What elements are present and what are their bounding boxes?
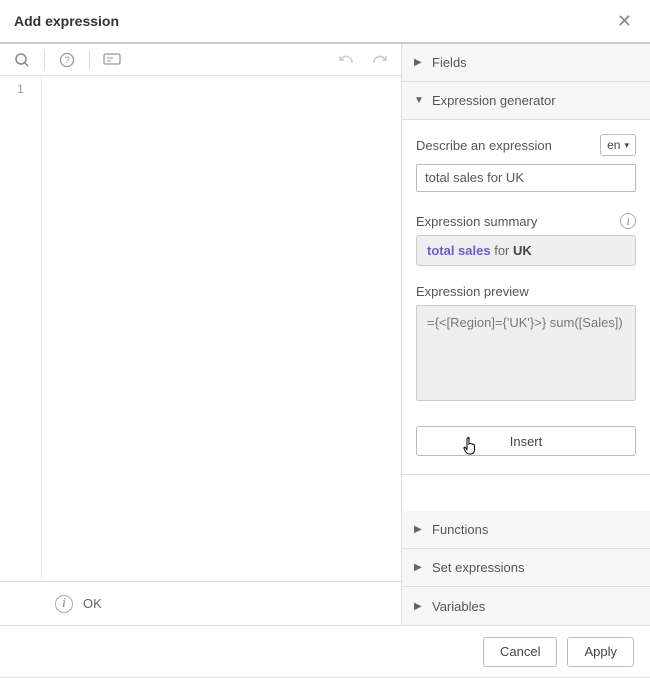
accordion-fields[interactable]: ▶ Fields — [402, 44, 650, 82]
summary-label-row: Expression summary i — [416, 213, 636, 229]
workarea: ? 1 i — [0, 44, 650, 625]
add-expression-dialog: Add expression ✕ ? — [0, 0, 650, 678]
chevron-right-icon: ▶ — [414, 601, 424, 612]
expression-code-area[interactable] — [42, 76, 401, 581]
close-icon[interactable]: ✕ — [613, 7, 636, 36]
help-icon[interactable]: ? — [53, 46, 81, 74]
preview-label-row: Expression preview — [416, 284, 636, 299]
describe-label: Describe an expression — [416, 138, 552, 153]
line-gutter: 1 — [0, 76, 42, 581]
redo-icon[interactable] — [365, 46, 393, 74]
apply-button[interactable]: Apply — [567, 637, 634, 667]
expression-preview — [416, 305, 636, 401]
dialog-footer: Cancel Apply — [0, 625, 650, 677]
chevron-down-icon: ▼ — [414, 95, 424, 106]
cancel-button[interactable]: Cancel — [483, 637, 557, 667]
chevron-right-icon: ▶ — [414, 524, 424, 535]
cursor-icon — [461, 435, 481, 457]
expression-summary: total sales for UK — [416, 235, 636, 266]
search-icon[interactable] — [8, 46, 36, 74]
comment-icon[interactable] — [98, 46, 126, 74]
accordion-set-expressions[interactable]: ▶ Set expressions — [402, 549, 650, 587]
insert-button[interactable]: Insert — [416, 426, 636, 456]
toolbar-separator — [44, 50, 45, 70]
status-bar: i OK — [0, 581, 401, 625]
language-select[interactable]: en ▾ — [600, 134, 636, 156]
info-icon[interactable]: i — [620, 213, 636, 229]
status-text: OK — [83, 596, 102, 611]
toolbar-separator — [89, 50, 90, 70]
generator-label: Expression generator — [432, 93, 556, 108]
insert-label: Insert — [510, 434, 543, 449]
titlebar: Add expression ✕ — [0, 0, 650, 44]
language-value: en — [607, 138, 620, 152]
summary-metric: total sales — [427, 243, 491, 258]
info-icon: i — [55, 595, 73, 613]
line-number: 1 — [0, 82, 41, 96]
expression-preview-label: Expression preview — [416, 284, 529, 299]
side-panel: ▶ Fields ▼ Expression generator Describe… — [402, 44, 650, 625]
describe-row: Describe an expression en ▾ — [416, 134, 636, 156]
svg-text:?: ? — [64, 55, 69, 65]
fields-label: Fields — [432, 55, 467, 70]
editor-body: 1 — [0, 76, 401, 581]
functions-label: Functions — [432, 522, 488, 537]
chevron-down-icon: ▾ — [624, 140, 629, 151]
panel-spacer — [402, 475, 650, 511]
accordion-expression-generator[interactable]: ▼ Expression generator — [402, 82, 650, 120]
summary-for: for — [491, 243, 513, 258]
undo-icon[interactable] — [333, 46, 361, 74]
expression-generator-body: Describe an expression en ▾ Expression s… — [402, 120, 650, 475]
chevron-right-icon: ▶ — [414, 57, 424, 68]
expression-summary-label: Expression summary — [416, 214, 537, 229]
set-expressions-label: Set expressions — [432, 560, 525, 575]
summary-dimension: UK — [513, 243, 532, 258]
editor-toolbar: ? — [0, 44, 401, 76]
variables-label: Variables — [432, 599, 485, 614]
chevron-right-icon: ▶ — [414, 562, 424, 573]
editor-column: ? 1 i — [0, 44, 402, 625]
describe-expression-input[interactable] — [416, 164, 636, 192]
dialog-title: Add expression — [14, 13, 119, 29]
accordion-variables[interactable]: ▶ Variables — [402, 587, 650, 625]
accordion-functions[interactable]: ▶ Functions — [402, 511, 650, 549]
